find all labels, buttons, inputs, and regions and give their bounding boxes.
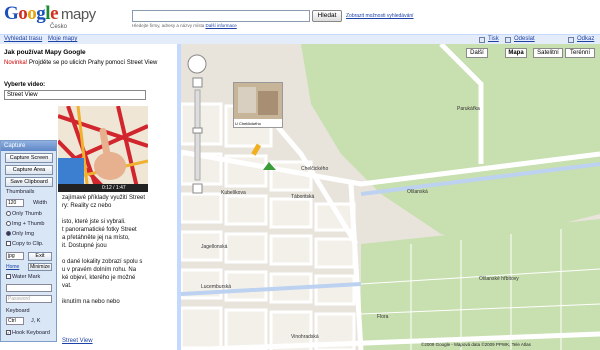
video-player[interactable] [58,106,148,192]
map-label-parukarka: Parukářka [457,106,480,112]
google-maps-logo[interactable]: Google mapy [4,3,96,25]
password-input[interactable]: Password [6,295,52,303]
img-thumb-option[interactable]: Img + Thumb [6,221,44,227]
map-label-vinohradska: Vinohradská [291,334,319,340]
logo-suffix: mapy [61,6,96,23]
pegman-icon[interactable] [251,142,261,156]
save-clipboard-button[interactable]: Save Clipboard [5,177,53,187]
zoom-control[interactable] [188,55,206,195]
route-link[interactable]: Vyhledat trasu [4,36,42,42]
mail-icon[interactable] [505,37,511,43]
copy-to-clip-checkbox[interactable]: Copy to Clip. [6,241,44,247]
header: Google mapy Česko Hledejte firmy, adresy … [0,0,600,34]
print-link[interactable]: Tisk [488,36,499,42]
terrain-button[interactable]: Terénní [565,48,595,58]
capture-dialog[interactable]: Capture Capture Screen Capture Area Save… [0,140,57,342]
capture-screen-button[interactable]: Capture Screen [5,153,53,163]
video-time: 0:12 / 1:47 [102,185,126,191]
map-label-kubelikova: Kubelíkova [221,190,246,196]
my-maps-link[interactable]: Moje mapy [48,36,77,42]
exit-button[interactable]: Exit [28,252,52,261]
format-select[interactable]: jpg [6,252,24,260]
instructions-text: zajímavé příklady využití Street ry: Rea… [62,195,146,305]
street-view-link[interactable]: Street View [62,338,93,344]
keyboard-label: Keyboard [6,308,30,314]
link-link[interactable]: Odkaz [577,36,594,42]
search-hint: Hledejte firmy, adresy a názvy místa Dal… [132,23,237,28]
send-link[interactable]: Odeslat [514,36,535,42]
street-view-photo [234,83,282,119]
search-button[interactable]: Hledat [312,10,342,22]
only-img-option[interactable]: Only Img [6,231,34,237]
watermark-input[interactable] [6,284,52,292]
map-label-flora: Flora [377,314,389,320]
map-copyright: ©2009 Google - Mapová data ©2009 PPWK, T… [421,342,531,347]
capture-area-button[interactable]: Capture Area [5,165,53,175]
sidebar-title: Jak používat Mapy Google [4,49,86,56]
hotkey-value: J, K [31,318,41,324]
map-canvas[interactable]: U Chelčického Další Mapa Satelitní Terén… [181,44,600,350]
only-thumb-option[interactable]: Only Thumb [6,211,42,217]
news-text: Novinka! Projděte se po ulicích Prahy po… [4,60,158,66]
map-label-lucemburska: Lucemburská [201,284,232,290]
map-label-olsanska: Olšanská [407,189,428,195]
video-select[interactable]: Street View [4,90,146,100]
map-button[interactable]: Mapa [505,48,527,58]
watermark-checkbox[interactable]: Water Mark [6,274,40,280]
home-link[interactable]: Home [6,264,19,270]
width-label: Width [33,200,48,206]
thumbnail-caption: U Chelčického [235,121,261,126]
video-frame-image [58,106,148,192]
satellite-button[interactable]: Satelitní [533,48,563,58]
map-label-jagellonska: Jagellonská [201,244,228,250]
ctrl-select[interactable]: Ctrl [6,317,24,325]
map-label-chelcickeho: Chelčického [301,166,329,172]
advanced-search-link[interactable]: Zobrazit možnosti vyhledávání [346,13,414,19]
hook-keyboard-checkbox[interactable]: ✓ Hook Keyboard [6,330,50,336]
more-info-link[interactable]: Další informace [205,23,236,28]
link-icon[interactable] [568,37,574,43]
thumbnails-label: Thumbnails [6,189,35,195]
street-view-thumbnail[interactable]: U Chelčického [233,82,283,128]
country-label: Česko [50,24,68,30]
capture-title[interactable]: Capture [1,141,56,151]
nav-bar: Vyhledat trasu Moje mapy Tisk Odeslat Od… [0,34,600,44]
map-label-hrbitovy: Olšanské hřbitovy [479,276,519,282]
more-button[interactable]: Další [466,48,488,58]
width-input[interactable]: 120 [6,199,24,207]
minimize-button[interactable]: Minimize [28,263,52,271]
map-label-taboritska: Táboritská [291,194,315,200]
print-icon[interactable] [479,37,485,43]
video-select-label: Vyberte video: [4,82,46,88]
search-input[interactable] [132,10,310,22]
